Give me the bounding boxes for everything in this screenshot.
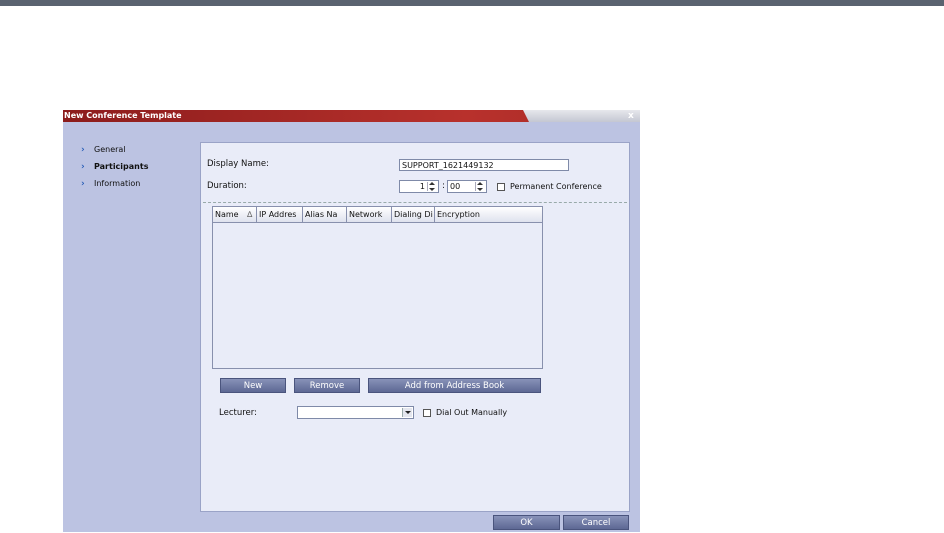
title-bar-tab [523, 110, 640, 122]
cancel-button[interactable]: Cancel [563, 515, 629, 530]
column-header-dialing-direction[interactable]: Dialing Di [392, 207, 435, 222]
dial-out-manually-checkbox[interactable] [423, 409, 431, 417]
new-button[interactable]: New [220, 378, 286, 393]
remove-button[interactable]: Remove [294, 378, 360, 393]
column-header-name[interactable]: Name ∆ [213, 207, 257, 222]
stepper-arrows-icon[interactable] [475, 182, 485, 191]
table-header: Name ∆ IP Addres Alias Na Network Dialin… [213, 207, 542, 223]
top-header-bar [0, 0, 944, 6]
column-header-ip-address[interactable]: IP Addres [257, 207, 303, 222]
dialog-title-bar[interactable]: New Conference Template x [63, 110, 640, 122]
lecturer-label: Lecturer: [219, 408, 257, 418]
column-header-network[interactable]: Network [347, 207, 392, 222]
duration-separator: : [442, 181, 445, 191]
duration-label: Duration: [207, 181, 247, 191]
sidebar-item-label: Information [94, 179, 141, 188]
column-header-encryption[interactable]: Encryption [435, 207, 542, 222]
section-divider [203, 202, 627, 203]
new-conference-template-dialog: New Conference Template x › General › Pa… [63, 110, 640, 532]
display-name-label: Display Name: [207, 159, 269, 169]
chevron-right-icon: › [81, 179, 85, 189]
chevron-right-icon: › [81, 145, 85, 155]
sidebar-item-label: Participants [94, 162, 149, 171]
stepper-arrows-icon[interactable] [427, 182, 437, 191]
permanent-conference-label: Permanent Conference [510, 182, 602, 191]
duration-minutes-value: 00 [450, 182, 461, 191]
ok-button[interactable]: OK [493, 515, 560, 530]
display-name-input[interactable]: SUPPORT_1621449132 [399, 159, 569, 171]
sort-ascending-icon: ∆ [247, 210, 253, 219]
close-icon[interactable]: x [628, 110, 634, 122]
permanent-conference-checkbox[interactable] [497, 183, 505, 191]
participants-panel: Display Name: SUPPORT_1621449132 Duratio… [200, 142, 630, 512]
column-header-alias-name[interactable]: Alias Na [303, 207, 347, 222]
chevron-down-icon[interactable] [402, 408, 412, 417]
add-from-address-book-button[interactable]: Add from Address Book [368, 378, 541, 393]
dial-out-manually-label: Dial Out Manually [436, 408, 508, 417]
duration-minutes-stepper[interactable]: 00 [447, 180, 487, 193]
dialog-title: New Conference Template [64, 111, 182, 120]
participants-table[interactable]: Name ∆ IP Addres Alias Na Network Dialin… [212, 206, 543, 369]
duration-hours-stepper[interactable]: 1 [399, 180, 439, 193]
duration-hours-value: 1 [419, 182, 425, 191]
chevron-right-icon: › [81, 162, 85, 172]
sidebar-item-label: General [94, 145, 126, 154]
lecturer-select[interactable] [297, 406, 414, 419]
